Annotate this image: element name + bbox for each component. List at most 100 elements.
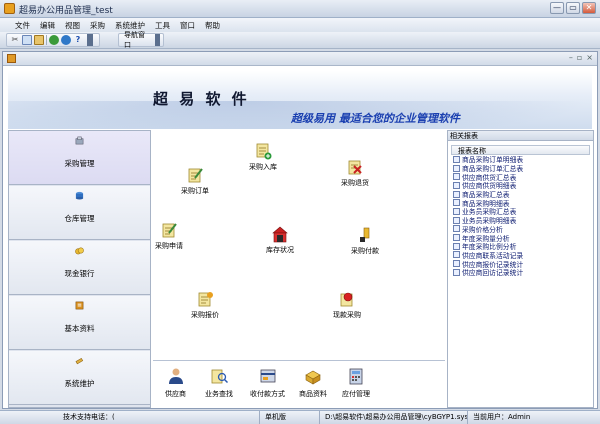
close-button[interactable]: ✕ bbox=[582, 2, 596, 14]
nav-item-cash-bank[interactable]: 现金银行 bbox=[9, 241, 150, 295]
nav-item-label: 基本资料 bbox=[64, 324, 95, 333]
child-close-button[interactable]: × bbox=[586, 53, 593, 62]
menu-file[interactable]: 文件 bbox=[10, 18, 35, 32]
flow-purchase-order[interactable]: 采购订单 bbox=[181, 166, 209, 196]
report-icon bbox=[453, 234, 460, 242]
minimize-button[interactable]: — bbox=[550, 2, 564, 14]
menu-edit[interactable]: 编辑 bbox=[35, 18, 60, 32]
nav-item-label: 仓库管理 bbox=[64, 214, 95, 223]
flow-stock-status[interactable]: 库存状况 bbox=[266, 225, 294, 255]
flow-cash-purchase[interactable]: 现款采购 bbox=[333, 290, 361, 320]
purchase-quote-icon bbox=[198, 292, 213, 307]
flow-purchase-request[interactable]: 采购申请 bbox=[155, 221, 183, 251]
nav-item-label: 系统维护 bbox=[64, 379, 95, 388]
nav-item-warehouse[interactable]: 仓库管理 bbox=[9, 186, 150, 240]
menu-window[interactable]: 窗口 bbox=[175, 18, 200, 32]
report-icon bbox=[453, 190, 460, 198]
report-icon bbox=[453, 164, 460, 172]
window-titlebar[interactable]: 超易办公用品管理_test — ▭ ✕ bbox=[0, 0, 600, 18]
report-icon bbox=[453, 207, 460, 215]
nav-item-label: 采购管理 bbox=[64, 159, 95, 168]
report-icon bbox=[453, 268, 460, 276]
quick-label: 业务查找 bbox=[205, 390, 233, 398]
flow-label: 采购付款 bbox=[351, 247, 379, 255]
panel-header: 相关报表 bbox=[448, 131, 593, 141]
status-edition: 单机版 bbox=[262, 411, 320, 424]
help-icon[interactable]: ? bbox=[73, 35, 83, 45]
report-icon bbox=[453, 225, 460, 233]
report-row[interactable]: 供应商回访记录统计 bbox=[451, 268, 590, 277]
status-support-phone: 技术支持电话：( bbox=[60, 411, 260, 424]
supplier-icon bbox=[168, 368, 183, 384]
payables-icon bbox=[349, 368, 363, 385]
warehouse-icon bbox=[75, 191, 84, 200]
quick-supplier[interactable]: 供应商 bbox=[165, 367, 186, 399]
flow-purchase-in[interactable]: 采购入库 bbox=[249, 142, 277, 172]
left-nav: 采购管理 仓库管理 现金银行 基本资料 系统维护 bbox=[8, 130, 151, 408]
report-icon bbox=[453, 173, 460, 181]
nav-item-purchase[interactable]: 采购管理 bbox=[9, 131, 150, 185]
system-maintenance-icon bbox=[75, 358, 84, 365]
copy-icon[interactable] bbox=[22, 35, 32, 45]
flow-purchase-payment[interactable]: 采购付款 bbox=[351, 226, 379, 256]
paste-icon[interactable] bbox=[34, 35, 44, 45]
report-icon bbox=[453, 181, 460, 189]
app-icon bbox=[4, 3, 15, 14]
child-titlebar[interactable]: – ▫ × bbox=[3, 52, 597, 66]
menu-purchase[interactable]: 采购 bbox=[85, 18, 110, 32]
quick-label: 收付款方式 bbox=[250, 390, 285, 398]
stock-status-icon bbox=[272, 226, 288, 243]
nav-item-basic-data[interactable]: 基本资料 bbox=[9, 296, 150, 350]
menu-tools[interactable]: 工具 bbox=[150, 18, 175, 32]
quick-access-bar: 供应商 业务查找 收付款方式 商品资料 应付管理 bbox=[153, 360, 445, 408]
flow-label: 现款采购 bbox=[333, 311, 361, 319]
flow-label: 采购报价 bbox=[191, 311, 219, 319]
mdi-child-window: – ▫ × 超 易 软 件 超级易用 最适合您的企业管理软件 采购管理 仓库管理… bbox=[2, 51, 598, 409]
child-restore-button[interactable]: ▫ bbox=[577, 53, 582, 62]
refresh-icon[interactable] bbox=[49, 35, 59, 45]
report-list: 报表名称 商品采购订单明细表 商品采购订单汇总表 供应商供货汇总表 供应商供货明… bbox=[451, 145, 590, 277]
quick-payables[interactable]: 应付管理 bbox=[342, 367, 370, 399]
report-icon bbox=[453, 199, 460, 207]
cut-icon[interactable]: ✂ bbox=[10, 35, 20, 45]
basic-data-icon bbox=[75, 301, 84, 310]
workflow-area: 采购入库 采购订单 采购退货 采购申请 库存状况 采购付款 采购报价 现款采购 bbox=[153, 130, 445, 356]
child-minimize-button[interactable]: – bbox=[569, 53, 573, 62]
maximize-button[interactable]: ▭ bbox=[566, 2, 580, 14]
status-current-user: 当前用户：Admin bbox=[473, 413, 531, 421]
flow-purchase-quote[interactable]: 采购报价 bbox=[191, 290, 219, 320]
nav-window-button[interactable]: 导航窗口 bbox=[122, 30, 151, 50]
status-bar: 技术支持电话：( 单机版 D:\超易软件\超易办公用品管理\cyBGYP1.sy… bbox=[0, 410, 600, 424]
globe-icon[interactable] bbox=[61, 35, 71, 45]
nav-item-system[interactable]: 系统维护 bbox=[9, 351, 150, 405]
purchase-return-icon bbox=[348, 160, 362, 175]
flow-purchase-return[interactable]: 采购退货 bbox=[341, 158, 369, 188]
flow-label: 采购退货 bbox=[341, 179, 369, 187]
banner: 超 易 软 件 超级易用 最适合您的企业管理软件 bbox=[8, 71, 592, 129]
report-name: 供应商回访记录统计 bbox=[462, 269, 524, 278]
nav-item-label: 现金银行 bbox=[64, 269, 95, 278]
status-data-path: D:\超易软件\超易办公用品管理\cyBGYP1.sys bbox=[322, 411, 468, 424]
menu-view[interactable]: 视图 bbox=[60, 18, 85, 32]
quick-label: 应付管理 bbox=[342, 390, 370, 398]
quick-product-data[interactable]: 商品资料 bbox=[299, 367, 327, 399]
purchase-icon bbox=[75, 136, 84, 145]
payment-methods-icon bbox=[260, 369, 275, 383]
report-icon bbox=[453, 260, 460, 268]
flow-label: 采购申请 bbox=[155, 242, 183, 250]
toolbar-overflow-button[interactable] bbox=[87, 34, 93, 46]
quick-business-search[interactable]: 业务查找 bbox=[205, 367, 233, 399]
cash-purchase-icon bbox=[340, 292, 353, 307]
toolbar-separator bbox=[46, 35, 47, 45]
child-window-icon bbox=[7, 54, 16, 63]
banner-title: 超 易 软 件 bbox=[153, 90, 250, 108]
report-icon bbox=[453, 216, 460, 224]
business-search-icon bbox=[211, 369, 228, 384]
purchase-order-icon bbox=[188, 168, 203, 183]
quick-payment-methods[interactable]: 收付款方式 bbox=[250, 367, 285, 399]
product-data-icon bbox=[305, 370, 321, 385]
menu-help[interactable]: 帮助 bbox=[200, 18, 225, 32]
quick-label: 供应商 bbox=[165, 390, 186, 398]
flow-label: 库存状况 bbox=[266, 246, 294, 254]
toolbar-overflow-button[interactable] bbox=[154, 34, 160, 46]
